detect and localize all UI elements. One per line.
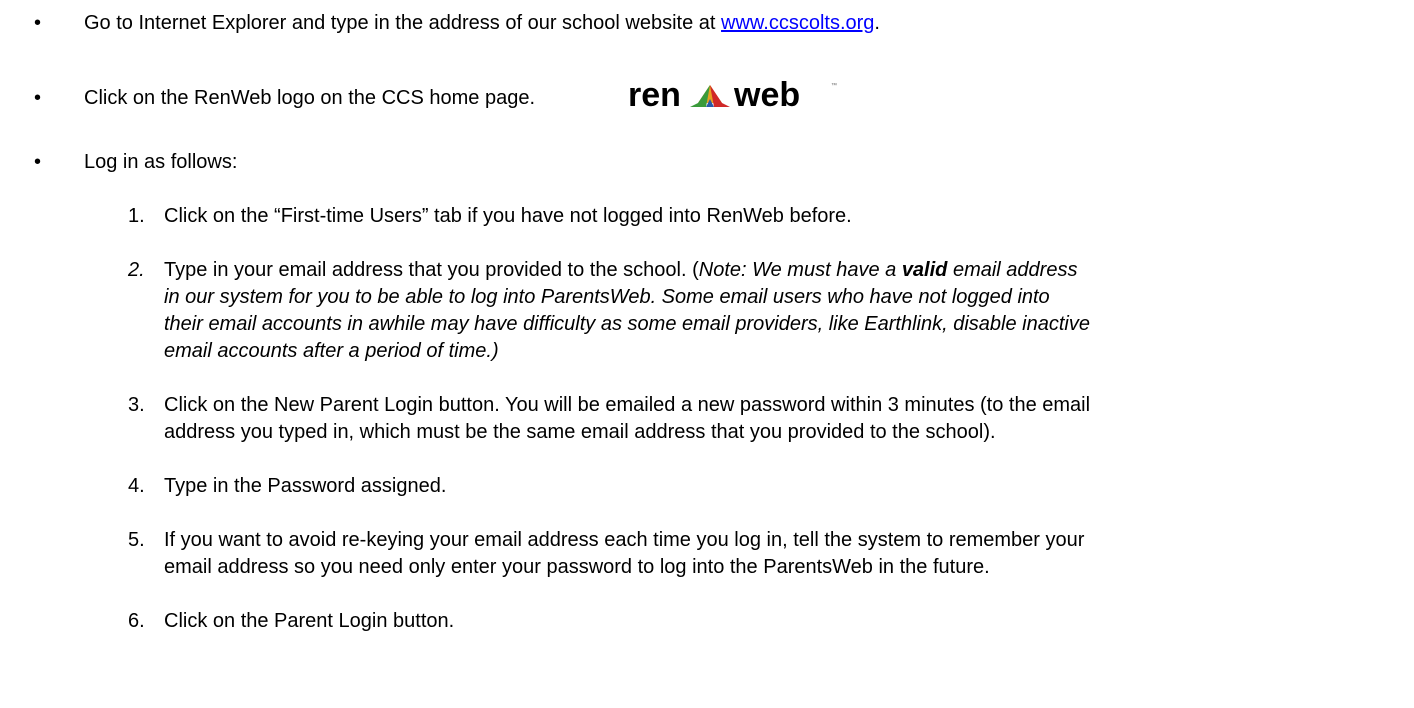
bullet-icon: • (34, 151, 42, 173)
step-number: 5. (128, 529, 145, 551)
step-line: email address so you need only enter you… (164, 556, 990, 578)
step-2-note-label: Note: We must have a (698, 259, 902, 281)
step-text: Click on the Parent Login button. (164, 608, 1408, 635)
step-number: 6. (128, 610, 145, 632)
renweb-logo-text-right: web (733, 77, 800, 111)
step-line: Type in your email address that you prov… (164, 257, 1408, 284)
bullet-1-text: Go to Internet Explorer and type in the … (84, 12, 722, 34)
step-2-text-plain: Type in your email address that you prov… (164, 259, 699, 281)
renweb-logo-mark-icon (690, 85, 730, 107)
bullet-1-period: . (874, 12, 880, 34)
step-text: Type in your email address that you prov… (164, 257, 1408, 365)
renweb-logo-text-left: ren (628, 77, 681, 111)
step-number: 3. (128, 394, 145, 416)
step-number: 2. (128, 259, 145, 281)
bullet-text: Go to Internet Explorer and type in the … (84, 10, 880, 37)
bullet-text: Log in as follows: (84, 151, 238, 173)
step-line: in our system for you to be able to log … (164, 286, 1050, 308)
step-text: Click on the “First-time Users” tab if y… (164, 203, 1408, 230)
bullet-2-text: Click on the RenWeb logo on the CCS home… (84, 87, 536, 109)
step-text: If you want to avoid re-keying your emai… (164, 527, 1408, 581)
renweb-logo[interactable]: ren web ™ (628, 77, 838, 111)
bullet-icon: • (34, 87, 42, 109)
step-2-note-tail: email address (947, 259, 1078, 281)
step-line: Click on the Parent Login button. (164, 610, 455, 632)
bullet-text: Click on the RenWeb logo on the CCS home… (84, 85, 535, 112)
school-website-link[interactable]: www.ccscolts.org (721, 12, 874, 34)
step-text: Click on the New Parent Login button. Yo… (164, 392, 1408, 446)
step-text: Type in the Password assigned. (164, 473, 1408, 500)
step-line: their email accounts in awhile may have … (164, 313, 1090, 335)
step-line: email accounts after a period of time.) (164, 340, 499, 362)
step-line: address you typed in, which must be the … (164, 421, 996, 443)
step-line: Type in the Password assigned. (164, 475, 447, 497)
step-2-emphasis: valid (901, 259, 948, 281)
step-line: Click on the “First-time Users” tab if y… (164, 205, 852, 227)
step-line: Click on the New Parent Login button. Yo… (164, 394, 1091, 416)
bullet-icon: • (34, 12, 42, 34)
step-number: 4. (128, 475, 145, 497)
step-number: 1. (128, 205, 145, 227)
trademark-mark: ™ (831, 82, 837, 89)
step-line: If you want to avoid re-keying your emai… (164, 529, 1085, 551)
